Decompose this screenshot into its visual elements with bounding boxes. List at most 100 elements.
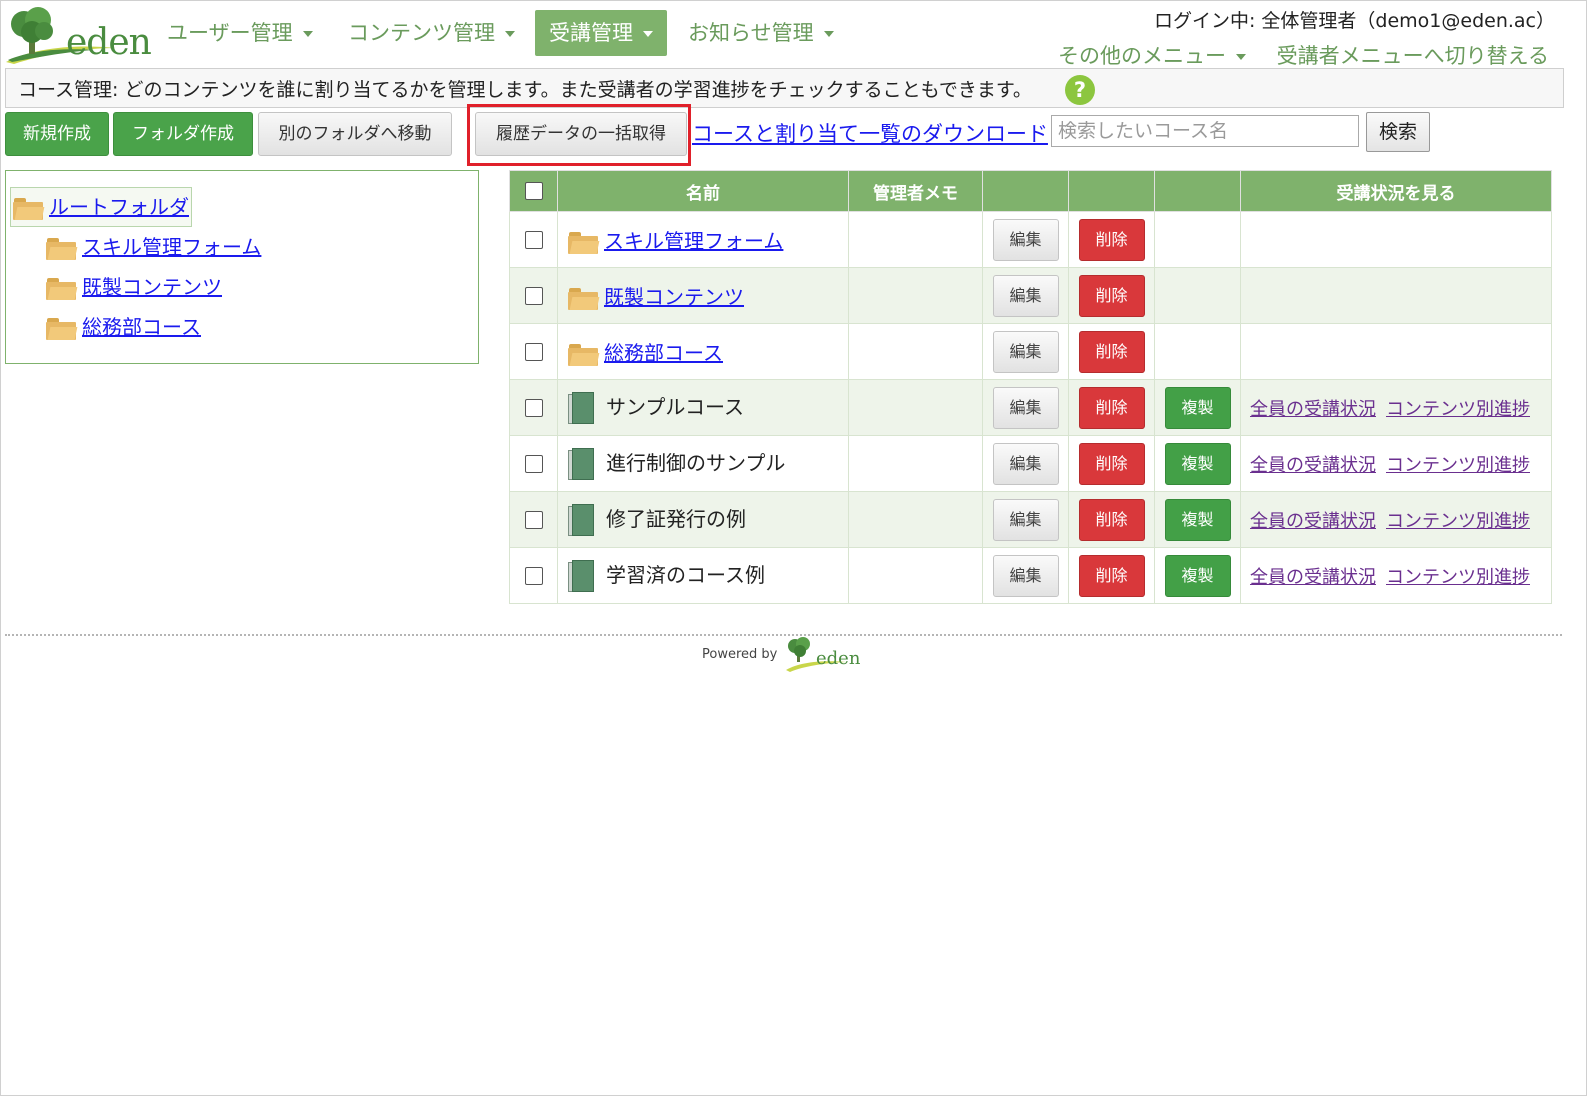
memo-cell — [848, 211, 983, 268]
edit-button[interactable]: 編集 — [992, 386, 1059, 429]
caret-down-icon — [505, 31, 515, 37]
edit-button[interactable]: 編集 — [992, 274, 1059, 317]
duplicate-cell — [1154, 211, 1241, 268]
caret-down-icon — [643, 31, 653, 37]
folder-icon — [568, 287, 600, 310]
logo-text: eden — [66, 22, 152, 63]
footer-logo-text: eden — [816, 648, 861, 669]
name-cell: 総務部コース — [557, 323, 849, 380]
memo-cell — [848, 379, 983, 436]
all-status-link[interactable]: 全員の受講状況 — [1250, 455, 1376, 476]
status-cell — [1240, 323, 1552, 380]
nav-content-management[interactable]: コンテンツ管理 — [334, 10, 529, 56]
name-cell: 学習済のコース例 — [557, 547, 849, 604]
edit-button[interactable]: 編集 — [992, 498, 1059, 541]
caret-down-icon — [302, 31, 313, 37]
nav-label: 受講管理 — [549, 21, 633, 45]
move-folder-button[interactable]: 別のフォルダへ移動 — [258, 112, 452, 156]
duplicate-cell — [1154, 267, 1241, 324]
all-status-link[interactable]: 全員の受講状況 — [1250, 399, 1376, 420]
folder-icon — [46, 237, 78, 260]
folder-link[interactable]: 総務部コース — [604, 341, 723, 365]
book-icon — [568, 448, 594, 481]
delete-button[interactable]: 削除 — [1078, 330, 1145, 373]
duplicate-button[interactable]: 複製 — [1164, 442, 1231, 485]
delete-cell: 削除 — [1068, 267, 1155, 324]
delete-button[interactable]: 削除 — [1078, 218, 1145, 261]
all-status-link[interactable]: 全員の受講状況 — [1250, 567, 1376, 588]
row-checkbox[interactable] — [524, 286, 543, 305]
nav-user-management[interactable]: ユーザー管理 — [153, 10, 327, 56]
duplicate-button[interactable]: 複製 — [1164, 386, 1231, 429]
name-cell: 既製コンテンツ — [557, 267, 849, 324]
folder-icon — [568, 231, 600, 254]
folder-tree: ルートフォルダ スキル管理フォーム 既製コンテンツ 総務部コース — [5, 170, 479, 364]
all-status-link[interactable]: 全員の受講状況 — [1250, 511, 1376, 532]
nav-course-management[interactable]: 受講管理 — [535, 10, 667, 56]
duplicate-button[interactable]: 複製 — [1164, 498, 1231, 541]
delete-button[interactable]: 削除 — [1078, 442, 1145, 485]
content-progress-link[interactable]: コンテンツ別進捗 — [1386, 567, 1530, 588]
edit-button[interactable]: 編集 — [992, 218, 1059, 261]
tree-item[interactable]: 既製コンテンツ — [46, 269, 222, 305]
tree-item-link[interactable]: 既製コンテンツ — [82, 275, 222, 299]
create-folder-button[interactable]: フォルダ作成 — [113, 112, 253, 156]
table-row: 既製コンテンツ 編集 削除 — [509, 267, 1552, 324]
other-menu[interactable]: その他のメニュー — [1058, 40, 1246, 70]
delete-button[interactable]: 削除 — [1078, 498, 1145, 541]
row-checkbox[interactable] — [524, 398, 543, 417]
memo-cell — [848, 267, 983, 324]
edit-button[interactable]: 編集 — [992, 442, 1059, 485]
nav-notice-management[interactable]: お知らせ管理 — [674, 10, 848, 56]
delete-button[interactable]: 削除 — [1078, 386, 1145, 429]
tree-root-folder[interactable]: ルートフォルダ — [10, 187, 192, 227]
table-row: 総務部コース 編集 削除 — [509, 323, 1552, 380]
memo-cell — [848, 547, 983, 604]
edit-cell: 編集 — [982, 547, 1069, 604]
book-icon — [568, 560, 594, 593]
checkbox-cell — [509, 491, 558, 548]
footer-divider — [5, 634, 1562, 636]
checkbox-cell — [509, 211, 558, 268]
bulk-history-button[interactable]: 履歴データの一括取得 — [475, 112, 687, 156]
checkbox-cell — [509, 323, 558, 380]
row-checkbox[interactable] — [524, 454, 543, 473]
eden-logo[interactable]: eden — [4, 4, 152, 64]
status-cell: 全員の受講状況 コンテンツ別進捗 — [1240, 547, 1552, 604]
new-button[interactable]: 新規作成 — [5, 112, 109, 156]
tree-item-link[interactable]: 総務部コース — [82, 315, 201, 339]
edit-button[interactable]: 編集 — [992, 554, 1059, 597]
select-all-checkbox[interactable] — [524, 182, 543, 200]
table-row: サンプルコース 編集 削除 複製 全員の受講状況 コンテンツ別進捗 — [509, 379, 1552, 436]
table-row: 学習済のコース例 編集 削除 複製 全員の受講状況 コンテンツ別進捗 — [509, 547, 1552, 604]
folder-link[interactable]: スキル管理フォーム — [604, 229, 783, 253]
duplicate-button[interactable]: 複製 — [1164, 554, 1231, 597]
delete-button[interactable]: 削除 — [1078, 274, 1145, 317]
content-progress-link[interactable]: コンテンツ別進捗 — [1386, 455, 1530, 476]
duplicate-cell — [1154, 323, 1241, 380]
row-checkbox[interactable] — [524, 510, 543, 529]
row-checkbox[interactable] — [524, 342, 543, 361]
row-checkbox[interactable] — [524, 566, 543, 585]
book-icon — [568, 504, 594, 537]
tree-item[interactable]: 総務部コース — [46, 309, 201, 345]
tree-root-link[interactable]: ルートフォルダ — [49, 195, 189, 219]
checkbox-cell — [509, 435, 558, 492]
content-progress-link[interactable]: コンテンツ別進捗 — [1386, 399, 1530, 420]
folder-link[interactable]: 既製コンテンツ — [604, 285, 744, 309]
delete-cell: 削除 — [1068, 491, 1155, 548]
row-checkbox[interactable] — [524, 230, 543, 249]
duplicate-cell: 複製 — [1154, 379, 1241, 436]
tree-item-link[interactable]: スキル管理フォーム — [82, 235, 261, 259]
content-progress-link[interactable]: コンテンツ別進捗 — [1386, 511, 1530, 532]
edit-button[interactable]: 編集 — [992, 330, 1059, 373]
name-cell: スキル管理フォーム — [557, 211, 849, 268]
duplicate-cell: 複製 — [1154, 547, 1241, 604]
help-icon[interactable]: ? — [1065, 75, 1095, 105]
delete-button[interactable]: 削除 — [1078, 554, 1145, 597]
download-link[interactable]: コースと割り当て一覧のダウンロード — [692, 118, 1048, 148]
switch-to-learner-menu[interactable]: 受講者メニューへ切り替える — [1277, 40, 1549, 70]
search-input[interactable] — [1051, 115, 1359, 147]
search-button[interactable]: 検索 — [1366, 112, 1430, 152]
tree-item[interactable]: スキル管理フォーム — [46, 229, 261, 265]
